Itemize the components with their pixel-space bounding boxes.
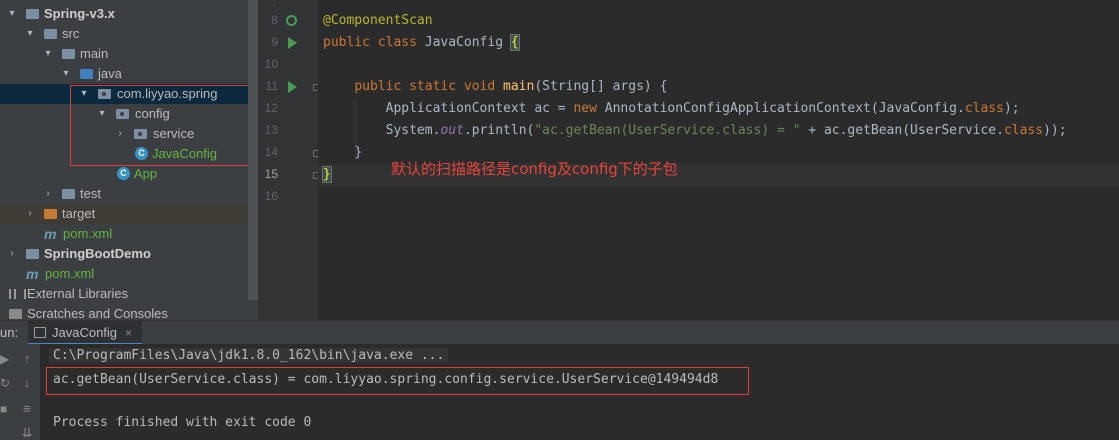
code-line-8: @ComponentScan <box>323 13 433 28</box>
arrow-up-icon[interactable]: ↑ <box>20 352 34 366</box>
code-line-12: ApplicationContext ac = new AnnotationCo… <box>385 101 1020 116</box>
tree-item-src[interactable]: ▾ src <box>0 24 258 44</box>
tree-item-java[interactable]: ▾ java <box>0 64 258 84</box>
run-config-icon <box>34 327 46 338</box>
module-folder-icon <box>26 249 39 259</box>
line-number: 7 <box>258 0 278 4</box>
line-number: 15 <box>264 167 278 181</box>
wrench-icon[interactable]: ↻ <box>0 376 10 390</box>
chevron-right-icon[interactable]: › <box>42 184 54 204</box>
line-number: 8 <box>271 13 278 27</box>
chevron-right-icon[interactable]: › <box>6 244 18 264</box>
module-folder-icon <box>26 9 39 19</box>
tree-item-spring-v3x[interactable]: ▾ Spring-v3.x <box>0 4 258 24</box>
folder-icon <box>62 189 75 199</box>
tree-item-springbootdemo[interactable]: › SpringBootDemo <box>0 244 258 264</box>
line-number: 16 <box>264 189 278 203</box>
soft-wrap-icon[interactable]: ≡ <box>20 402 34 416</box>
line-number: 10 <box>264 57 278 71</box>
folder-icon <box>62 49 75 59</box>
output-line: ac.getBean(UserService.class) = com.liyy… <box>53 372 719 387</box>
exit-line: Process finished with exit code 0 <box>53 415 312 430</box>
code-line-13: System.out.println("ac.getBean(UserServi… <box>385 123 1067 138</box>
tree-item-pom-xml[interactable]: m pom.xml <box>0 224 258 244</box>
source-folder-icon <box>80 69 93 79</box>
line-number: 9 <box>271 35 278 49</box>
editor-gutter: 7 8 9 10 11 12 13 14 15 16 <box>258 0 320 320</box>
chevron-down-icon[interactable]: ▾ <box>24 24 36 44</box>
run-toolbar: ▶ ↑ ↻ ↓ ■ ≡ ⇊ <box>0 344 40 440</box>
line-number: 14 <box>264 145 278 159</box>
annotation-note: 默认的扫描路径是config及config下的子包 <box>391 160 678 178</box>
tree-item-pom-xml-root[interactable]: m pom.xml <box>0 264 258 284</box>
line-number: 11 <box>265 79 278 93</box>
chevron-down-icon[interactable]: ▾ <box>42 44 54 64</box>
code-line-14: } <box>354 145 363 160</box>
excluded-folder-icon <box>44 209 57 219</box>
tree-item-test[interactable]: › test <box>0 184 258 204</box>
chevron-right-icon[interactable]: › <box>24 204 36 224</box>
maven-icon: m <box>26 266 39 282</box>
tab-label: JavaConfig <box>52 325 118 340</box>
close-icon[interactable]: × <box>125 326 132 340</box>
run-label: un: <box>0 325 19 340</box>
folder-icon <box>44 29 57 39</box>
arrow-down-icon[interactable]: ↓ <box>20 376 34 390</box>
line-number: 12 <box>264 101 278 115</box>
tree-item-main[interactable]: ▾ main <box>0 44 258 64</box>
tab-javaconfig[interactable]: JavaConfig × <box>28 321 143 345</box>
class-icon: C <box>117 167 130 180</box>
scroll-to-end-icon[interactable]: ⇊ <box>20 426 34 440</box>
command-line[interactable]: C:\ProgramFiles\Java\jdk1.8.0_162\bin\ja… <box>49 348 449 363</box>
console-output[interactable]: C:\ProgramFiles\Java\jdk1.8.0_162\bin\ja… <box>40 344 1119 440</box>
code-editor[interactable]: @ComponentScan public class JavaConfig {… <box>318 0 1119 320</box>
chevron-down-icon[interactable]: ▾ <box>6 4 18 24</box>
project-tree: ▾ Spring-v3.x ▾ src ▾ main ▾ java ▾ com.… <box>0 0 258 320</box>
run-tool-window-header: un: JavaConfig × <box>0 320 1119 345</box>
tree-item-scratches[interactable]: Scratches and Consoles <box>0 304 258 320</box>
scratches-icon <box>9 309 22 319</box>
run-icon[interactable] <box>288 37 297 49</box>
line-number: 13 <box>264 123 278 137</box>
tree-item-target[interactable]: › target <box>0 204 258 224</box>
code-line-9: public class JavaConfig { <box>323 34 520 51</box>
tree-scrollbar[interactable] <box>248 0 258 300</box>
spring-bean-icon[interactable] <box>286 15 297 26</box>
tree-item-external-libraries[interactable]: External Libraries <box>0 284 258 304</box>
code-line-15: } <box>322 166 332 183</box>
chevron-down-icon[interactable]: ▾ <box>60 64 72 84</box>
library-icon <box>9 289 26 299</box>
highlight-box <box>70 85 258 166</box>
tree-item-app[interactable]: C App <box>0 164 258 184</box>
code-line-11: public static void main(String[] args) { <box>354 79 668 94</box>
play-icon[interactable]: ▶ <box>0 352 10 366</box>
maven-icon: m <box>44 226 57 242</box>
run-icon[interactable] <box>288 81 297 93</box>
stop-icon[interactable]: ■ <box>0 402 10 416</box>
